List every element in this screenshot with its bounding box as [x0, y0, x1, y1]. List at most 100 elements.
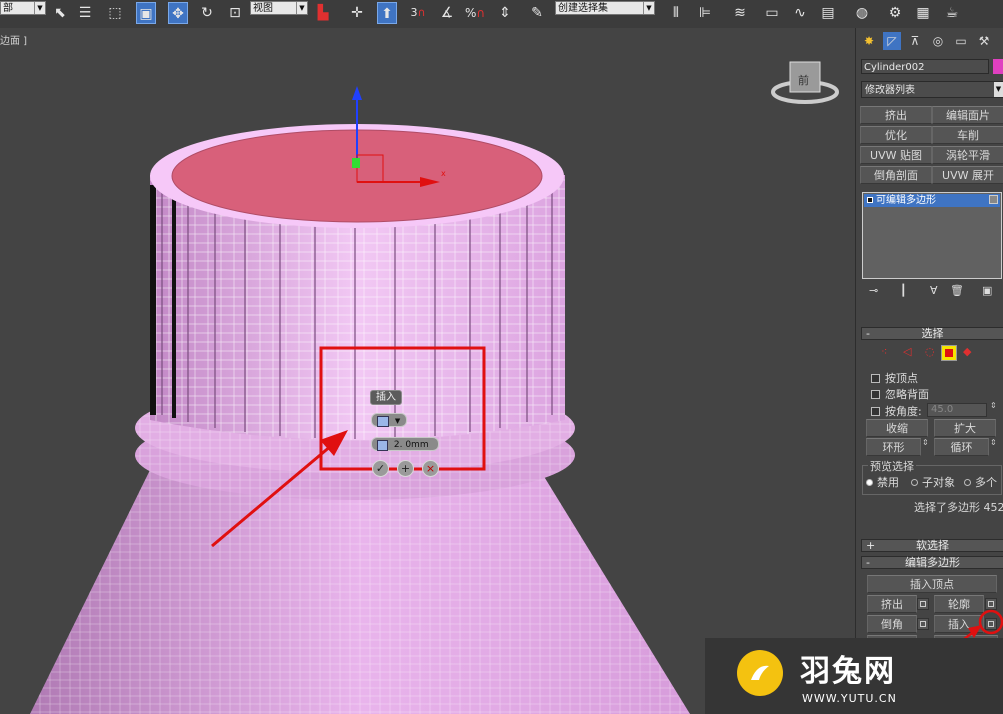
border-level-icon[interactable]: ◌ [925, 345, 935, 358]
bevel-button[interactable]: 倒角 [867, 615, 917, 633]
grow-button[interactable]: 扩大 [934, 419, 996, 437]
layer-manager-icon[interactable]: ≋ [730, 2, 750, 24]
make-unique-icon[interactable]: ∀ [930, 284, 938, 297]
by-angle-checkbox[interactable]: 按角度: [871, 403, 922, 419]
pivot-icon[interactable]: ▙ [313, 2, 333, 24]
pin-stack-icon[interactable]: ⊸ [869, 284, 878, 297]
command-panel: ✸ ◸ ⊼ ◎ ▭ ⚒ Cylinder002 修改器列表 ▼ 挤出 编辑面片 … [855, 28, 1003, 714]
angle-snap-icon[interactable]: ∡ [437, 2, 457, 24]
outline-settings-icon[interactable] [985, 598, 997, 610]
modifier-uvw-map-button[interactable]: UVW 贴图 [860, 146, 932, 164]
modifier-extrude-button[interactable]: 挤出 [860, 106, 932, 124]
rotate-icon[interactable]: ↻ [197, 2, 217, 24]
ignore-backfacing-label: 忽略背面 [885, 388, 929, 401]
scale-icon[interactable]: ⊡ [225, 2, 245, 24]
cancel-button[interactable]: × [422, 460, 439, 477]
reference-coord-dropdown[interactable]: 视图 ▼ [250, 1, 308, 15]
inset-amount-field[interactable]: 2. 0mm [371, 437, 439, 451]
modify-tab-icon[interactable]: ◸ [883, 32, 901, 50]
preview-off-radio[interactable]: 禁用 [866, 474, 899, 490]
ring-button[interactable]: 环形 [866, 438, 921, 456]
object-name-field[interactable]: Cylinder002 [861, 59, 989, 74]
viewport-label[interactable]: 边面 ] [0, 32, 27, 47]
hierarchy-tab-icon[interactable]: ⊼ [906, 32, 924, 50]
modifier-turbosmooth-button[interactable]: 涡轮平滑 [932, 146, 1003, 164]
edit-polygons-rollout-header[interactable]: - 编辑多边形 [861, 556, 1003, 569]
graphite-ribbon-icon[interactable]: ▭ [762, 2, 782, 24]
loop-spinner-icon[interactable]: ⇕ [990, 438, 997, 447]
bevel-settings-icon[interactable] [917, 618, 929, 630]
render-icon[interactable]: ☕ [942, 2, 962, 24]
render-setup-icon[interactable]: ⚙ [885, 2, 905, 24]
perspective-viewport[interactable]: 边面 ] x 前 插入 ▼ 2. 0mm ✓ + × [0, 28, 855, 714]
percent-snap-icon[interactable]: %∩ [465, 2, 485, 24]
curve-editor-icon[interactable]: ∿ [790, 2, 810, 24]
outline-button[interactable]: 轮廓 [934, 595, 984, 613]
viewcube-front-label[interactable]: 前 [798, 72, 809, 88]
modifier-uvw-unwrap-button[interactable]: UVW 展开 [932, 166, 1003, 184]
motion-tab-icon[interactable]: ◎ [929, 32, 947, 50]
ignore-backfacing-checkbox[interactable]: 忽略背面 [871, 386, 929, 402]
schematic-view-icon[interactable]: ▤ [818, 2, 838, 24]
spinner-arrows-icon[interactable]: ⇕ [990, 401, 997, 410]
selection-rollout-title: 选择 [921, 327, 944, 340]
apply-button[interactable]: + [397, 460, 414, 477]
preview-off-label: 禁用 [877, 476, 899, 489]
extrude-button[interactable]: 挤出 [867, 595, 917, 613]
expand-icon[interactable] [867, 197, 873, 203]
vertex-level-icon[interactable]: ⁖ [881, 345, 887, 358]
configure-sets-icon[interactable]: ▣ [982, 284, 992, 297]
edge-level-icon[interactable]: ◁ [903, 345, 911, 358]
utilities-tab-icon[interactable]: ⚒ [975, 32, 993, 50]
modifier-list-dropdown[interactable]: 修改器列表 ▼ [861, 81, 1003, 98]
inset-settings-icon[interactable] [985, 618, 997, 630]
select-manipulate-icon[interactable]: ✛ [347, 2, 367, 24]
select-object-icon[interactable]: ⬉ [50, 2, 70, 24]
remove-modifier-icon[interactable]: 🗑 [950, 284, 964, 297]
extrude-settings-icon[interactable] [917, 598, 929, 610]
preview-subobject-radio[interactable]: 子对象 [911, 474, 955, 490]
material-editor-icon[interactable]: ◍ [852, 2, 872, 24]
by-vertex-checkbox[interactable]: 按顶点 [871, 370, 918, 386]
edit-named-selection-icon[interactable]: ✎ [527, 2, 547, 24]
inset-button[interactable]: 插入 [934, 615, 984, 633]
angle-spinner[interactable]: 45.0 [927, 403, 987, 417]
modifier-lathe-button[interactable]: 车削 [932, 126, 1003, 144]
mirror-icon[interactable]: ⫴ [666, 2, 686, 24]
display-tab-icon[interactable]: ▭ [952, 32, 970, 50]
gizmo-x-label: x [441, 169, 446, 178]
window-crossing-icon[interactable]: ▣ [136, 2, 156, 24]
element-level-icon[interactable]: ◆ [963, 345, 971, 358]
move-icon[interactable]: ✥ [168, 2, 188, 24]
align-icon[interactable]: ⊫ [695, 2, 715, 24]
stack-item-editable-poly[interactable]: 可编辑多边形 [864, 194, 1000, 207]
selection-rollout-header[interactable]: - 选择 [861, 327, 1003, 340]
shrink-button[interactable]: 收缩 [866, 419, 928, 437]
modifier-edit-patch-button[interactable]: 编辑面片 [932, 106, 1003, 124]
rendered-frame-icon[interactable]: ▦ [913, 2, 933, 24]
preview-multi-radio[interactable]: 多个 [964, 474, 997, 490]
snaps-toggle-icon[interactable]: 3∩ [408, 2, 428, 24]
selection-filter-dropdown[interactable]: 部 ▼ [0, 1, 46, 15]
soft-selection-rollout-header[interactable]: + 软选择 [861, 539, 1003, 552]
modifier-stack: 可编辑多边形 [862, 192, 1002, 279]
polygon-level-icon[interactable] [941, 345, 957, 361]
keyboard-shortcut-icon[interactable]: ⬆ [377, 2, 397, 24]
select-by-name-icon[interactable]: ☰ [75, 2, 95, 24]
object-color-swatch[interactable] [993, 59, 1003, 74]
insert-vertex-button[interactable]: 插入顶点 [867, 575, 997, 593]
stack-item-toggle-icon[interactable] [989, 195, 998, 204]
modifier-bevel-profile-button[interactable]: 倒角剖面 [860, 166, 932, 184]
rect-selection-icon[interactable]: ⬚ [105, 2, 125, 24]
spinner-snap-icon[interactable]: ⇕ [495, 2, 515, 24]
inset-type-dropdown[interactable]: ▼ [371, 413, 407, 427]
by-vertex-label: 按顶点 [885, 372, 918, 385]
loop-button[interactable]: 循环 [934, 438, 989, 456]
named-selection-dropdown[interactable]: 创建选择集 ▼ [555, 1, 655, 15]
show-end-result-icon[interactable]: ┃ [900, 284, 907, 297]
create-tab-icon[interactable]: ✸ [860, 32, 878, 50]
ring-spinner-icon[interactable]: ⇕ [922, 438, 929, 447]
by-angle-label: 按角度: [885, 405, 922, 418]
modifier-optimize-button[interactable]: 优化 [860, 126, 932, 144]
ok-button[interactable]: ✓ [372, 460, 389, 477]
